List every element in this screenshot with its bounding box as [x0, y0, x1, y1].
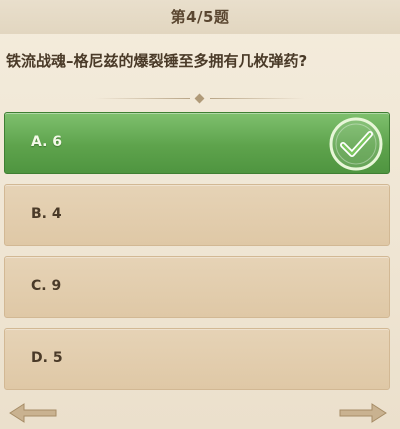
option-b[interactable]: B. 4	[4, 184, 390, 246]
option-a[interactable]: A. 6	[4, 112, 390, 174]
question-text: 铁流战魂–格尼兹的爆裂锤至多拥有几枚弹药?	[6, 52, 308, 70]
question-counter: 第4/5题	[170, 8, 230, 26]
divider-line-right	[210, 98, 305, 99]
option-b-label: B. 4	[31, 206, 62, 222]
option-c[interactable]: C. 9	[4, 256, 390, 318]
option-c-label: C. 9	[31, 278, 62, 294]
divider-line-left	[95, 98, 190, 99]
checkmark-circle-icon	[329, 117, 383, 171]
arrow-left-icon[interactable]	[8, 402, 58, 424]
arrow-right-icon[interactable]	[338, 402, 388, 424]
quiz-header: 第4/5题	[0, 0, 400, 34]
option-a-label: A. 6	[31, 134, 63, 150]
option-d-label: D. 5	[31, 350, 63, 366]
divider-gem-icon	[194, 93, 205, 104]
ornament-divider	[95, 93, 305, 104]
option-d[interactable]: D. 5	[4, 328, 390, 390]
